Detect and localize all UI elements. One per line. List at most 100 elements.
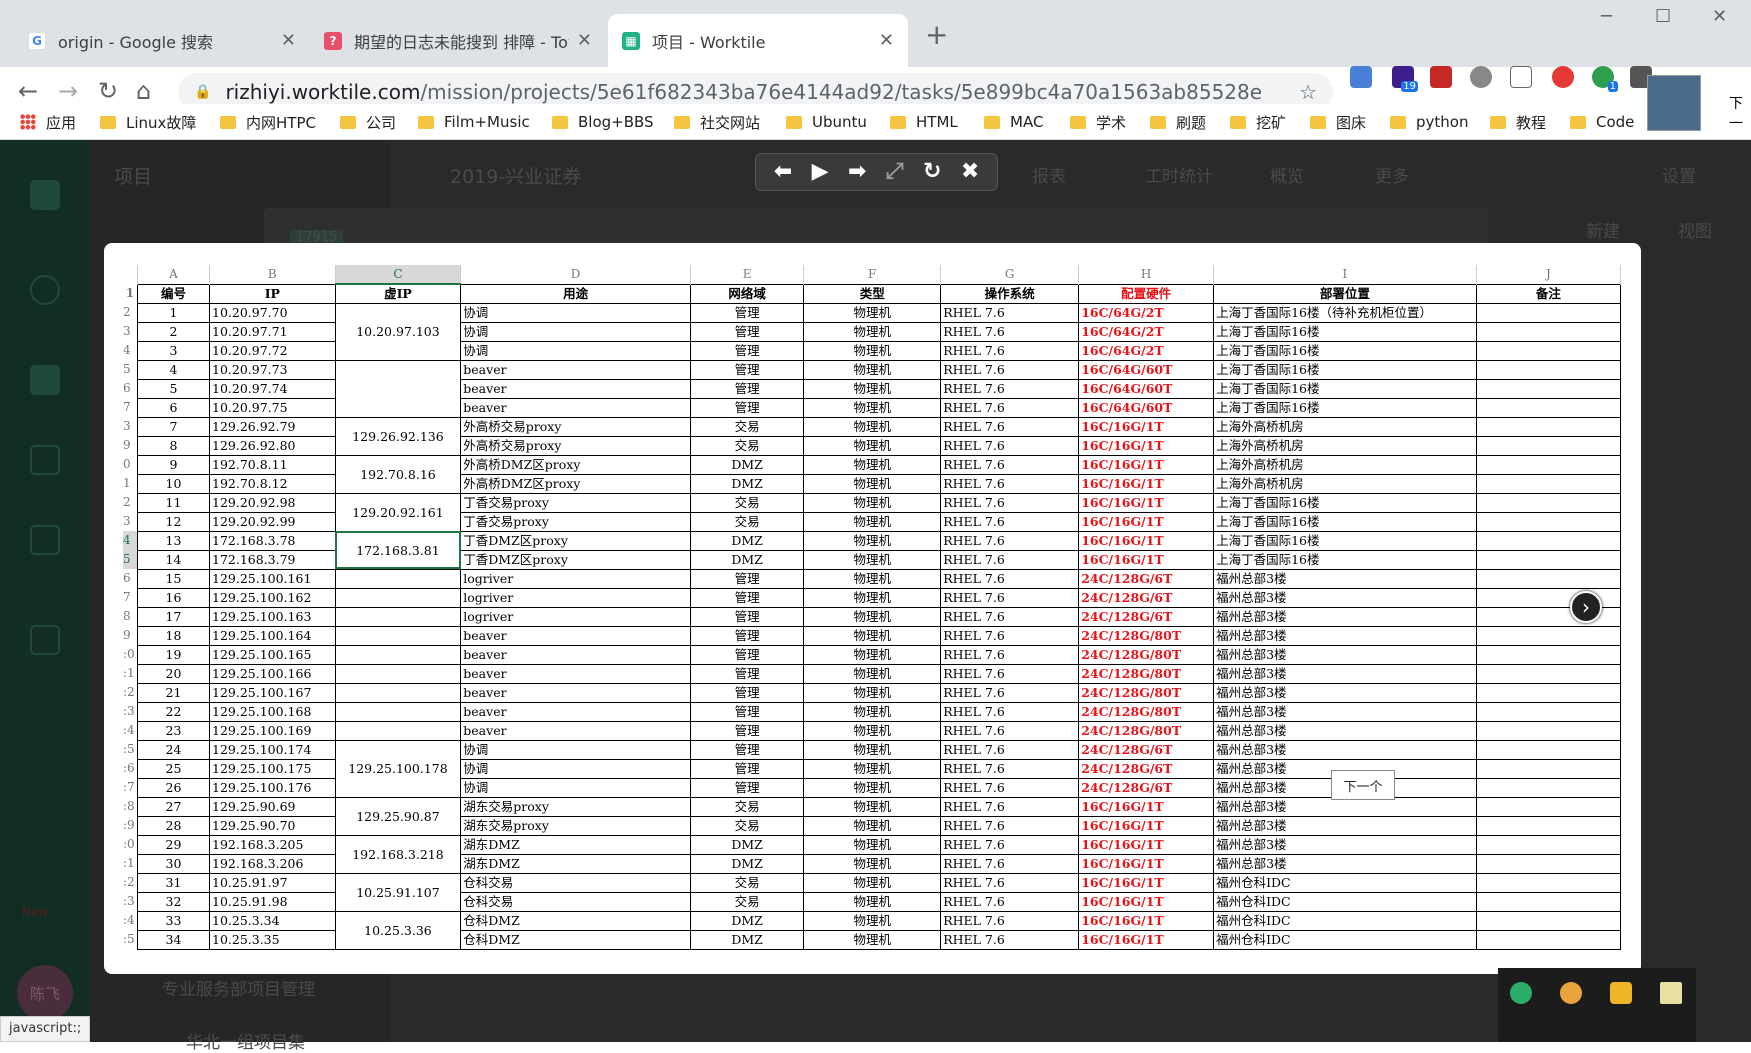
cube-icon[interactable] [30, 625, 60, 655]
home-icon[interactable]: ⌂ [136, 77, 151, 105]
row-number: :3 [123, 894, 135, 908]
bookmark-folder[interactable]: Code [1570, 108, 1634, 136]
table-cell: 物理机 [803, 815, 942, 836]
translate-extension-icon[interactable] [1350, 66, 1372, 88]
settings-link[interactable]: 设置 [1662, 162, 1696, 187]
note-cell [1475, 910, 1621, 931]
table-cell: 15 [136, 568, 211, 589]
reload-icon[interactable]: ↻ [98, 77, 118, 105]
column-letter[interactable]: C [335, 265, 462, 285]
table-cell: logriver [460, 587, 691, 608]
next-arrow-icon[interactable]: ➡ [848, 161, 866, 183]
table-cell: 129.26.92.80 [209, 435, 336, 456]
fullscreen-icon[interactable]: ⤢ [886, 161, 904, 183]
table-cell: 上海丁香国际16楼 [1213, 549, 1477, 570]
bookmark-label: 挖矿 [1256, 113, 1287, 132]
task-icon[interactable] [30, 445, 60, 475]
bookmark-folder[interactable]: 公司 [340, 108, 396, 136]
view-button[interactable]: 视图 [1678, 217, 1712, 242]
json-extension-icon[interactable] [1510, 66, 1532, 88]
column-letter[interactable]: G [940, 265, 1080, 284]
column-letter[interactable]: B [209, 265, 336, 284]
chrome-icon[interactable] [1560, 982, 1582, 1004]
window-icon[interactable] [1660, 982, 1682, 1004]
group-name[interactable]: 专业服务部项目管理 [162, 975, 390, 1000]
table-cell: RHEL 7.6 [940, 492, 1080, 513]
prev-arrow-icon[interactable]: ⬅ [774, 161, 792, 183]
calendar-icon[interactable] [30, 525, 60, 555]
play-icon[interactable]: ▶ [812, 161, 829, 183]
new-tab-icon[interactable]: + [925, 18, 948, 51]
back-icon[interactable]: ← [18, 77, 38, 105]
table-cell: 上海外高桥机房 [1213, 435, 1477, 456]
table-cell: 外高桥DMZ区proxy [460, 473, 691, 494]
bookmark-folder[interactable]: HTML [890, 108, 958, 136]
bookmark-folder[interactable]: MAC [984, 108, 1043, 136]
table-cell: 3 [136, 340, 211, 361]
table-cell: logriver [460, 568, 691, 589]
bookmark-folder[interactable]: 挖矿 [1230, 108, 1286, 136]
table-cell: 福州仓科IDC [1213, 872, 1477, 893]
note-cell [1475, 853, 1621, 874]
nav-report[interactable]: 报表 [1032, 162, 1066, 187]
wechat-extension-icon[interactable]: 1 [1592, 66, 1618, 92]
nav-more[interactable]: 更多 [1375, 162, 1409, 187]
bookmark-folder[interactable]: 社交网站 [674, 108, 760, 136]
profile-avatar[interactable] [1647, 75, 1701, 131]
maximize-icon[interactable]: ☐ [1655, 6, 1671, 27]
forward-icon[interactable]: → [58, 77, 78, 105]
bookmark-folder[interactable]: 图床 [1310, 108, 1366, 136]
bookmark-folder[interactable]: Ubuntu [786, 108, 867, 136]
bookmark-label: Linux故障 [126, 113, 197, 132]
new-button[interactable]: 新建 [1586, 217, 1620, 242]
bookmark-folder[interactable]: Blog+BBS [552, 108, 654, 136]
sub-group-name[interactable]: 华北一组项目集 [186, 1028, 390, 1053]
row-number: 0 [123, 457, 131, 471]
bookmark-apps[interactable]: 应用 [20, 108, 76, 136]
column-letter[interactable]: F [803, 265, 942, 284]
opera-extension-icon[interactable] [1552, 66, 1574, 88]
tab-google-search[interactable]: G origin - Google 搜索 ✕ [14, 14, 310, 67]
table-cell: 33 [136, 910, 211, 931]
close-viewer-icon[interactable]: ✖ [961, 161, 979, 183]
extension-badge-icon[interactable]: 19 [1392, 66, 1418, 92]
rotate-icon[interactable]: ↻ [923, 161, 941, 183]
shield-icon[interactable] [1610, 982, 1632, 1004]
column-letter[interactable]: H [1078, 265, 1215, 284]
bookmark-label: Film+Music [444, 113, 530, 131]
bookmark-star-icon[interactable]: ☆ [1299, 80, 1317, 104]
column-letter[interactable]: E [690, 265, 805, 284]
table-cell: 管理 [689, 397, 805, 418]
column-letter[interactable]: A [137, 265, 211, 284]
close-icon[interactable]: ✕ [577, 30, 592, 51]
message-icon[interactable] [30, 275, 60, 305]
bookmark-folder[interactable]: Film+Music [418, 108, 530, 136]
circle-extension-icon[interactable] [1470, 66, 1492, 88]
next-image-button[interactable]: › [1570, 591, 1602, 623]
minimize-icon[interactable]: ─ [1601, 6, 1612, 27]
bookmark-folder[interactable]: 内网HTPC [220, 108, 316, 136]
column-letter[interactable]: D [460, 265, 691, 284]
tab-worktile[interactable]: ▦ 项目 - Worktile ✕ [608, 14, 908, 67]
close-icon[interactable]: ✕ [879, 30, 894, 51]
table-cell: RHEL 7.6 [940, 549, 1080, 570]
bookmark-folder[interactable]: 学术 [1070, 108, 1126, 136]
bookmark-folder[interactable]: 教程 [1490, 108, 1546, 136]
column-letter[interactable]: J [1476, 265, 1621, 284]
flag-extension-icon[interactable] [1430, 66, 1452, 88]
vip-cell: 172.168.3.81 [334, 530, 462, 570]
tab-title: 项目 - Worktile [652, 32, 766, 52]
tab-tower[interactable]: ? 期望的日志未能搜到 排障 - Tow ✕ [310, 14, 606, 67]
close-window-icon[interactable]: ✕ [1712, 6, 1727, 27]
nav-overview[interactable]: 概览 [1270, 162, 1304, 187]
project-icon[interactable] [30, 365, 60, 395]
avatar[interactable]: 陈飞 [17, 965, 73, 1021]
bookmark-folder[interactable]: python [1390, 108, 1468, 136]
wechat-icon[interactable] [1510, 982, 1532, 1004]
nav-timesheet[interactable]: 工时统计 [1145, 162, 1213, 187]
close-icon[interactable]: ✕ [281, 30, 296, 51]
note-cell [1475, 511, 1621, 532]
column-letter[interactable]: I [1213, 265, 1477, 284]
bookmark-folder[interactable]: 刷题 [1150, 108, 1206, 136]
bookmark-folder[interactable]: Linux故障 [100, 108, 196, 136]
